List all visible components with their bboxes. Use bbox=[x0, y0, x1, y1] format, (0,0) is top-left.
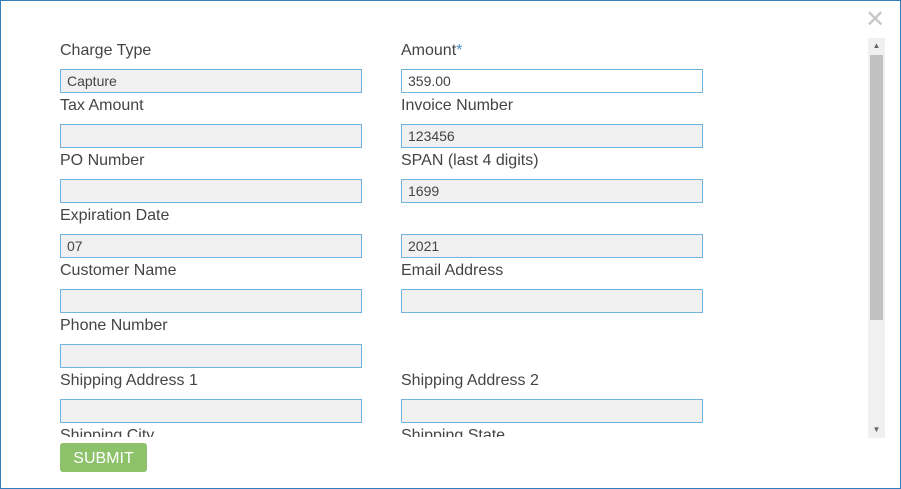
invoice-number-field[interactable]: 123456 bbox=[401, 124, 703, 148]
shipping-state-label: Shipping State bbox=[401, 427, 506, 437]
amount-group: Amount* 359.00 bbox=[401, 41, 703, 93]
shipping-address-2-field[interactable] bbox=[401, 399, 703, 423]
amount-label-text: Amount bbox=[401, 42, 457, 59]
shipping-city-label: Shipping City bbox=[60, 427, 155, 437]
email-address-field[interactable] bbox=[401, 289, 703, 313]
tax-amount-group: Tax Amount bbox=[60, 96, 362, 148]
customer-name-group: Customer Name bbox=[60, 261, 362, 313]
span-label: SPAN (last 4 digits) bbox=[401, 152, 539, 169]
scroll-down-arrow-icon[interactable]: ▼ bbox=[868, 422, 885, 438]
expiration-date-label: Expiration Date bbox=[60, 207, 170, 224]
amount-label: Amount* bbox=[401, 41, 462, 61]
charge-dialog: ✕ Charge Type Capture Amount* 359.00 Tax… bbox=[0, 0, 901, 489]
email-address-label: Email Address bbox=[401, 262, 504, 279]
expiration-month-field[interactable]: 07 bbox=[60, 234, 362, 258]
phone-number-group: Phone Number bbox=[60, 316, 362, 368]
scrollbar-thumb[interactable] bbox=[870, 55, 883, 320]
shipping-address-2-label: Shipping Address 2 bbox=[401, 372, 539, 389]
charge-type-label: Charge Type bbox=[60, 42, 152, 59]
amount-field[interactable]: 359.00 bbox=[401, 69, 703, 93]
phone-number-label: Phone Number bbox=[60, 317, 168, 334]
shipping-address-1-group: Shipping Address 1 bbox=[60, 371, 362, 423]
expiration-month-group: Expiration Date 07 bbox=[60, 206, 362, 258]
required-mark: * bbox=[456, 42, 463, 59]
email-address-group: Email Address bbox=[401, 261, 703, 313]
po-number-group: PO Number bbox=[60, 151, 362, 203]
span-field[interactable]: 1699 bbox=[401, 179, 703, 203]
tax-amount-field[interactable] bbox=[60, 124, 362, 148]
shipping-state-group: Shipping State bbox=[401, 426, 703, 437]
po-number-field[interactable] bbox=[60, 179, 362, 203]
shipping-address-1-field[interactable] bbox=[60, 399, 362, 423]
shipping-address-1-label: Shipping Address 1 bbox=[60, 372, 198, 389]
customer-name-label: Customer Name bbox=[60, 262, 177, 279]
scroll-up-arrow-icon[interactable]: ▲ bbox=[868, 38, 885, 54]
customer-name-field[interactable] bbox=[60, 289, 362, 313]
charge-type-field[interactable]: Capture bbox=[60, 69, 362, 93]
span-group: SPAN (last 4 digits) 1699 bbox=[401, 151, 703, 203]
submit-button[interactable]: SUBMIT bbox=[60, 443, 147, 472]
expiration-year-field[interactable]: 2021 bbox=[401, 234, 703, 258]
shipping-city-group: Shipping City bbox=[60, 426, 362, 437]
charge-type-group: Charge Type Capture bbox=[60, 41, 362, 93]
invoice-number-label: Invoice Number bbox=[401, 97, 514, 114]
form-scroll-area[interactable]: Charge Type Capture Amount* 359.00 Tax A… bbox=[1, 37, 867, 437]
po-number-label: PO Number bbox=[60, 152, 145, 169]
phone-number-field[interactable] bbox=[60, 344, 362, 368]
invoice-number-group: Invoice Number 123456 bbox=[401, 96, 703, 148]
tax-amount-label: Tax Amount bbox=[60, 97, 144, 114]
close-icon[interactable]: ✕ bbox=[865, 7, 885, 31]
vertical-scrollbar[interactable]: ▲ ▼ bbox=[868, 38, 885, 438]
expiration-year-group: 2021 bbox=[401, 206, 703, 258]
shipping-address-2-group: Shipping Address 2 bbox=[401, 371, 703, 423]
